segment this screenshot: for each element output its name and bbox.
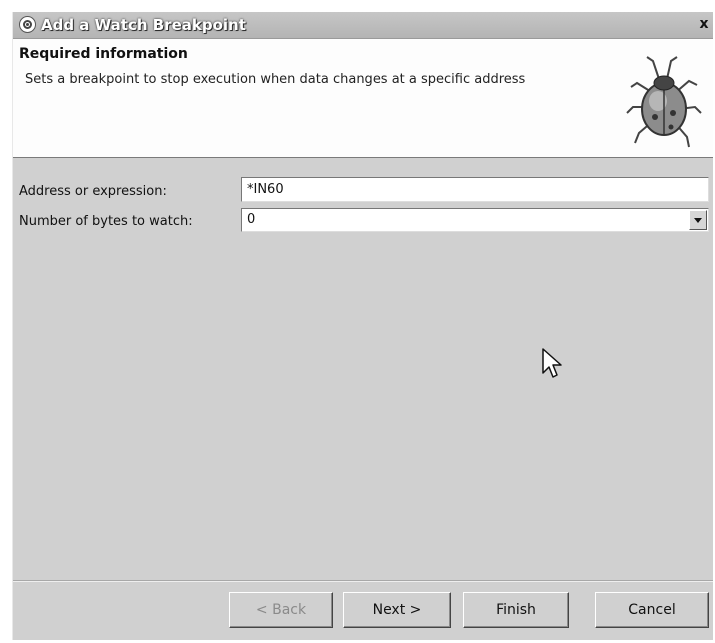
banner-title: Required information xyxy=(19,46,188,62)
ladybug-icon xyxy=(626,56,702,148)
finish-button[interactable]: Finish xyxy=(463,592,569,628)
app-logo-icon xyxy=(19,16,36,33)
cancel-button[interactable]: Cancel xyxy=(595,592,709,628)
header-banner: Required information Sets a breakpoint t… xyxy=(13,39,713,158)
back-button[interactable]: < Back xyxy=(229,592,333,628)
address-input[interactable] xyxy=(241,177,709,202)
bytes-dropdown[interactable]: 0 xyxy=(241,208,709,232)
banner-description: Sets a breakpoint to stop execution when… xyxy=(25,72,526,87)
bytes-selected-value: 0 xyxy=(247,212,256,227)
chevron-down-icon[interactable] xyxy=(689,210,707,230)
bytes-label: Number of bytes to watch: xyxy=(19,214,193,229)
next-button[interactable]: Next > xyxy=(343,592,451,628)
title-bar[interactable]: Add a Watch Breakpoint x xyxy=(13,12,713,39)
window-title: Add a Watch Breakpoint xyxy=(41,16,246,34)
watch-breakpoint-dialog: Add a Watch Breakpoint x Required inform… xyxy=(12,12,713,640)
close-button[interactable]: x xyxy=(695,14,713,34)
address-label: Address or expression: xyxy=(19,184,167,199)
mouse-pointer-icon xyxy=(542,348,562,378)
footer-divider xyxy=(13,580,713,582)
